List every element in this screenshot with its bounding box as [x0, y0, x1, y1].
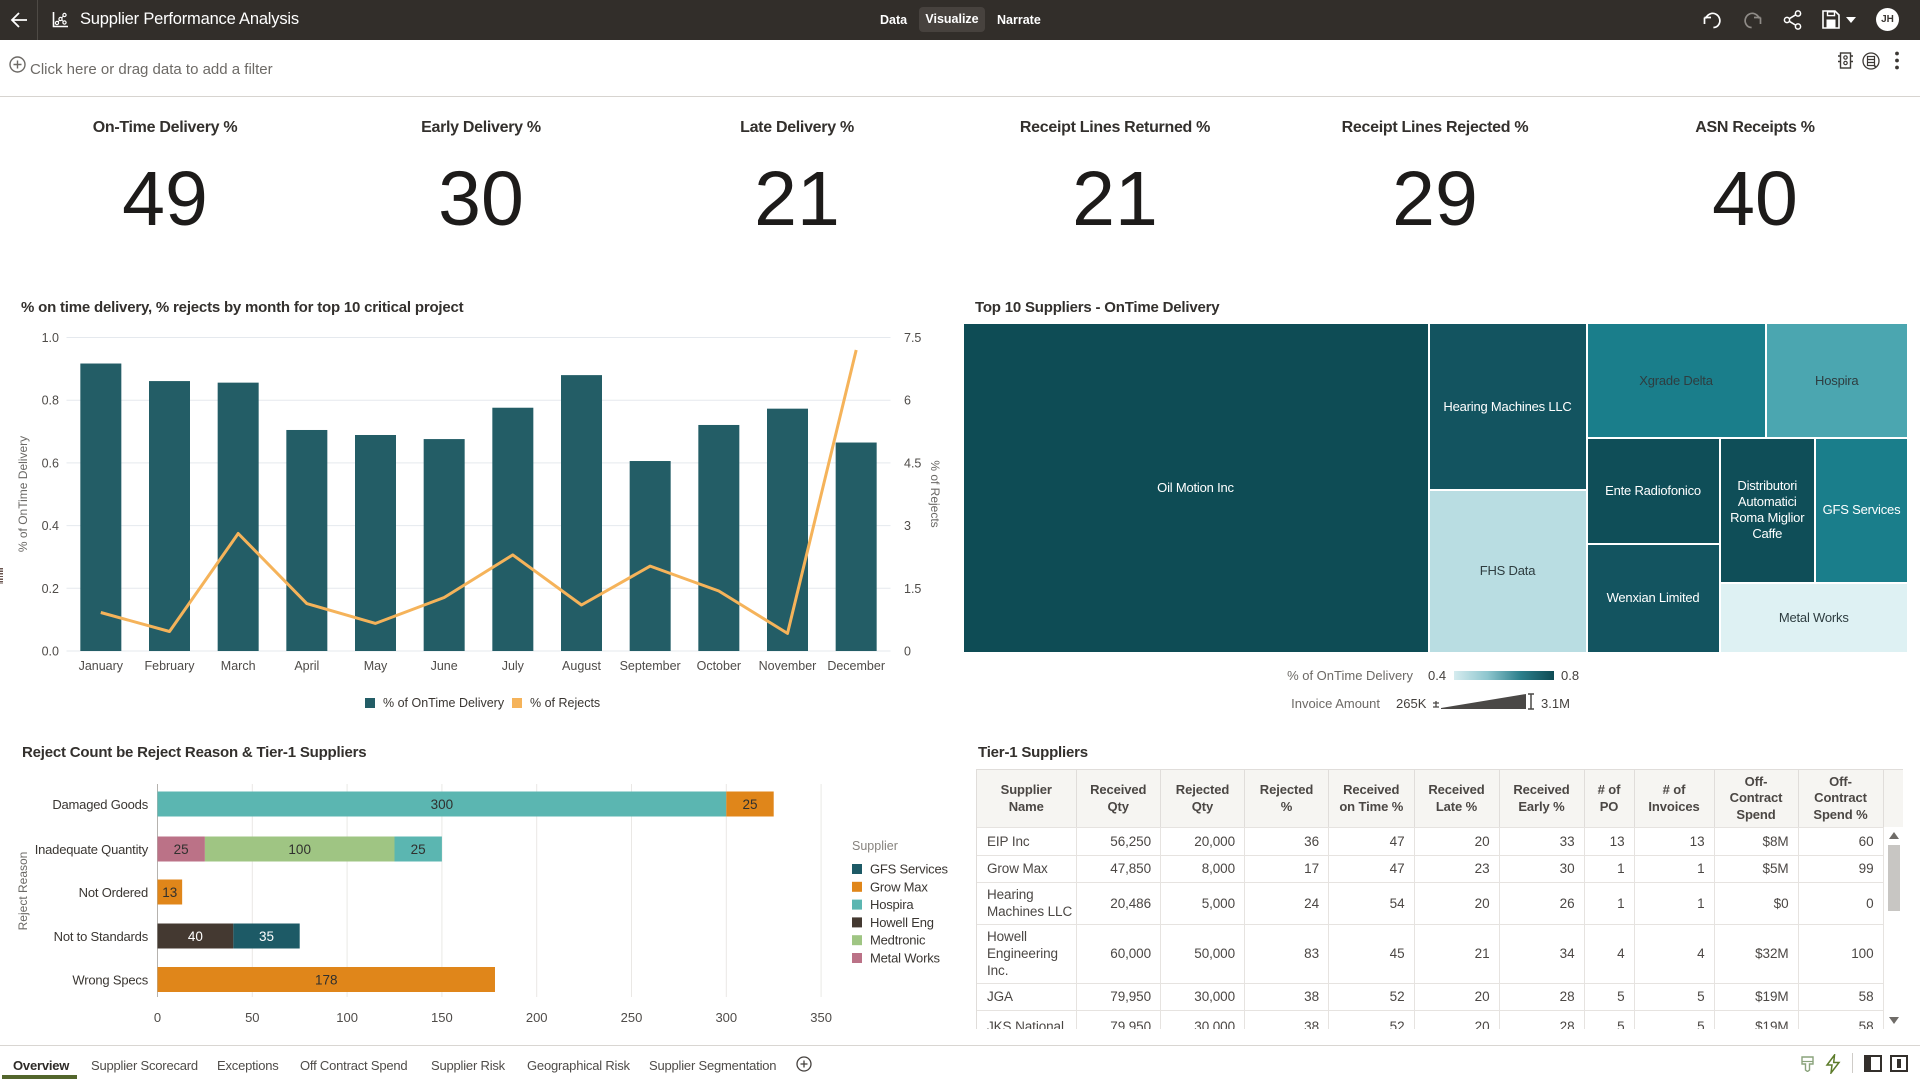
svg-text:150: 150: [431, 1010, 453, 1025]
svg-text:July: July: [502, 659, 525, 673]
svg-text:13: 13: [162, 885, 177, 900]
svg-text:Inadequate Quantity: Inadequate Quantity: [35, 842, 149, 857]
svg-text:350: 350: [810, 1010, 832, 1025]
svg-text:Medtronic: Medtronic: [870, 933, 926, 948]
svg-text:50: 50: [245, 1010, 259, 1025]
svg-text:25: 25: [411, 842, 426, 857]
svg-text:October: October: [697, 659, 741, 673]
svg-text:0.2: 0.2: [42, 582, 59, 596]
svg-text:GFS Services: GFS Services: [870, 862, 948, 877]
svg-text:3: 3: [904, 519, 911, 533]
svg-text:25: 25: [174, 842, 189, 857]
svg-text:0.0: 0.0: [42, 645, 59, 659]
svg-text:April: April: [294, 659, 319, 673]
svg-text:100: 100: [288, 842, 311, 857]
svg-text:4.5: 4.5: [904, 456, 921, 470]
svg-text:Supplier: Supplier: [852, 839, 898, 853]
svg-text:100: 100: [336, 1010, 358, 1025]
svg-text:35: 35: [259, 929, 274, 944]
svg-text:January: January: [79, 659, 124, 673]
svg-text:August: August: [562, 659, 601, 673]
svg-text:May: May: [364, 659, 388, 673]
svg-text:Metal Works: Metal Works: [870, 951, 940, 966]
svg-text:40: 40: [188, 929, 203, 944]
svg-text:0: 0: [904, 645, 911, 659]
svg-text:300: 300: [715, 1010, 737, 1025]
svg-text:Not to Standards: Not to Standards: [54, 929, 149, 944]
svg-text:November: November: [759, 659, 817, 673]
svg-text:0.4: 0.4: [42, 519, 59, 533]
svg-text:0: 0: [154, 1010, 161, 1025]
svg-text:Not Ordered: Not Ordered: [79, 885, 148, 900]
svg-text:6: 6: [904, 394, 911, 408]
svg-text:7.5: 7.5: [904, 331, 921, 345]
svg-text:December: December: [827, 659, 885, 673]
svg-text:March: March: [221, 659, 256, 673]
svg-text:% of Rejects: % of Rejects: [530, 696, 600, 710]
svg-text:Wrong Specs: Wrong Specs: [72, 973, 148, 988]
svg-text:% of OnTime Delivery: % of OnTime Delivery: [16, 436, 30, 552]
svg-text:Reject Reason: Reject Reason: [16, 852, 30, 931]
svg-text:300: 300: [431, 797, 454, 812]
svg-text:0.8: 0.8: [42, 394, 59, 408]
svg-text:25: 25: [742, 797, 757, 812]
svg-text:June: June: [431, 659, 458, 673]
svg-text:Hospira: Hospira: [870, 897, 914, 912]
svg-text:1.5: 1.5: [904, 582, 921, 596]
svg-text:200: 200: [526, 1010, 548, 1025]
svg-text:Grow Max: Grow Max: [870, 879, 928, 894]
svg-text:February: February: [144, 659, 195, 673]
svg-text:0.6: 0.6: [42, 456, 59, 470]
svg-text:September: September: [620, 659, 681, 673]
svg-text:178: 178: [315, 973, 338, 988]
svg-text:% of OnTime Delivery: % of OnTime Delivery: [383, 696, 505, 710]
svg-text:1.0: 1.0: [42, 331, 59, 345]
svg-text:Damaged Goods: Damaged Goods: [52, 797, 148, 812]
svg-text:Howell Eng: Howell Eng: [870, 915, 934, 930]
svg-text:250: 250: [621, 1010, 643, 1025]
svg-text:% of Rejects: % of Rejects: [928, 460, 942, 527]
